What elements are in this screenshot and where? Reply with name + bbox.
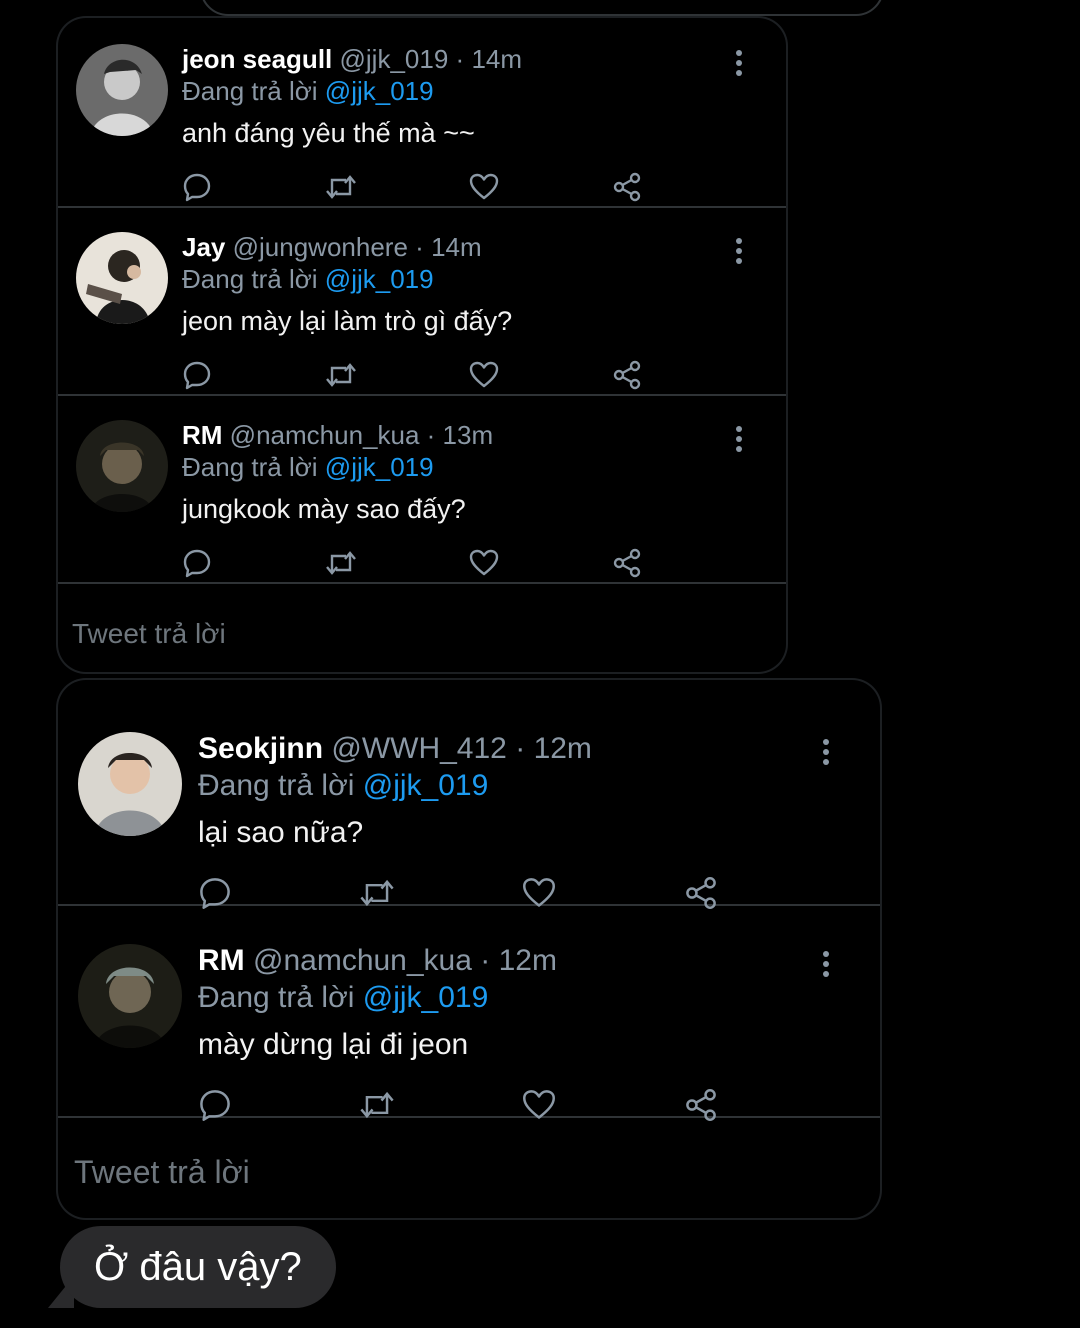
more-vertical-icon[interactable] xyxy=(732,48,746,78)
reply-to-link[interactable]: @jjk_019 xyxy=(363,769,489,802)
timestamp[interactable]: 12m xyxy=(534,732,592,765)
retweet-icon[interactable] xyxy=(358,1088,396,1122)
reply-context: Đang trả lời @jjk_019 xyxy=(182,452,434,483)
reply-context: Đang trả lời @jjk_019 xyxy=(198,981,488,1015)
tweet-text: jungkook mày sao đấy? xyxy=(182,494,466,524)
tweet-header: jeon seagull @jjk_019 · 14m xyxy=(182,44,522,75)
reply-to-link[interactable]: @jjk_019 xyxy=(325,76,434,106)
avatar[interactable] xyxy=(78,732,182,836)
author-name[interactable]: RM xyxy=(198,944,245,977)
tweet[interactable]: Jay @jungwonhere · 14m Đang trả lời @jjk… xyxy=(58,206,786,396)
tweet-thread-card-2: Seokjinn @WWH_412 · 12m Đang trả lời @jj… xyxy=(58,680,880,1218)
retweet-icon[interactable] xyxy=(324,360,358,390)
retweet-icon[interactable] xyxy=(324,172,358,202)
reply-to-link[interactable]: @jjk_019 xyxy=(325,452,434,482)
separator: · xyxy=(455,44,465,74)
share-icon[interactable] xyxy=(612,172,642,202)
author-name[interactable]: Jay xyxy=(182,232,225,262)
author-handle[interactable]: @WWH_412 xyxy=(331,732,507,765)
reply-prefix: Đang trả lời xyxy=(198,981,355,1014)
reply-prefix: Đang trả lời xyxy=(182,452,318,482)
author-handle[interactable]: @namchun_kua xyxy=(230,420,420,450)
author-name[interactable]: RM xyxy=(182,420,222,450)
timestamp[interactable]: 13m xyxy=(443,420,494,450)
message-bubble[interactable]: Ở đâu vậy? xyxy=(60,1226,336,1308)
more-vertical-icon[interactable] xyxy=(819,737,833,767)
previous-card-edge xyxy=(200,0,884,16)
tweet-header: Jay @jungwonhere · 14m xyxy=(182,232,482,263)
reply-input-prompt[interactable]: Tweet trả lời xyxy=(72,618,226,650)
tweet-text: lại sao nữa? xyxy=(198,816,364,849)
timestamp[interactable]: 14m xyxy=(431,232,482,262)
heart-icon[interactable] xyxy=(469,172,499,202)
author-name[interactable]: Seokjinn xyxy=(198,732,323,765)
tweet[interactable]: RM @namchun_kua · 13m Đang trả lời @jjk_… xyxy=(58,394,786,584)
reply-to-link[interactable]: @jjk_019 xyxy=(325,264,434,294)
reply-prefix: Đang trả lời xyxy=(182,76,318,106)
timestamp[interactable]: 14m xyxy=(471,44,522,74)
author-name[interactable]: jeon seagull xyxy=(182,44,332,74)
timestamp[interactable]: 12m xyxy=(499,944,557,977)
avatar[interactable] xyxy=(76,44,168,136)
reply-to-link[interactable]: @jjk_019 xyxy=(363,981,489,1014)
heart-icon[interactable] xyxy=(469,548,499,578)
separator: · xyxy=(426,420,436,450)
tweet-header: RM @namchun_kua · 13m xyxy=(182,420,493,451)
tweet-thread-card-1: jeon seagull @jjk_019 · 14m Đang trả lời… xyxy=(58,18,786,672)
share-icon[interactable] xyxy=(684,1088,718,1122)
share-icon[interactable] xyxy=(612,548,642,578)
separator: · xyxy=(515,732,526,765)
reply-prefix: Đang trả lời xyxy=(198,769,355,802)
reply-context: Đang trả lời @jjk_019 xyxy=(182,76,434,107)
more-vertical-icon[interactable] xyxy=(732,424,746,454)
reply-prefix: Đang trả lời xyxy=(182,264,318,294)
tweet-text: jeon mày lại làm trò gì đấy? xyxy=(182,306,513,336)
tweet-text: mày dừng lại đi jeon xyxy=(198,1028,469,1061)
avatar[interactable] xyxy=(78,944,182,1048)
more-vertical-icon[interactable] xyxy=(732,236,746,266)
reply-icon[interactable] xyxy=(182,172,212,202)
tweet-text: anh đáng yêu thế mà ~~ xyxy=(182,118,475,148)
heart-icon[interactable] xyxy=(469,360,499,390)
more-vertical-icon[interactable] xyxy=(819,949,833,979)
tweet[interactable]: jeon seagull @jjk_019 · 14m Đang trả lời… xyxy=(58,18,786,208)
reply-context: Đang trả lời @jjk_019 xyxy=(182,264,434,295)
tweet[interactable]: RM @namchun_kua · 12m Đang trả lời @jjk_… xyxy=(58,904,880,1121)
heart-icon[interactable] xyxy=(522,1088,556,1122)
reply-icon[interactable] xyxy=(198,1088,232,1122)
author-handle[interactable]: @namchun_kua xyxy=(253,944,472,977)
separator: · xyxy=(415,232,424,262)
reply-input-prompt[interactable]: Tweet trả lời xyxy=(74,1154,250,1191)
tweet-header: RM @namchun_kua · 12m xyxy=(198,944,557,978)
author-handle[interactable]: @jjk_019 xyxy=(340,44,449,74)
separator: · xyxy=(480,944,491,977)
reply-context: Đang trả lời @jjk_019 xyxy=(198,769,488,803)
share-icon[interactable] xyxy=(612,360,642,390)
reply-icon[interactable] xyxy=(182,548,212,578)
reply-icon[interactable] xyxy=(182,360,212,390)
author-handle[interactable]: @jungwonhere xyxy=(233,232,408,262)
avatar[interactable] xyxy=(76,232,168,324)
tweet-header: Seokjinn @WWH_412 · 12m xyxy=(198,732,592,766)
tweet[interactable]: Seokjinn @WWH_412 · 12m Đang trả lời @jj… xyxy=(58,692,880,909)
avatar[interactable] xyxy=(76,420,168,512)
retweet-icon[interactable] xyxy=(324,548,358,578)
